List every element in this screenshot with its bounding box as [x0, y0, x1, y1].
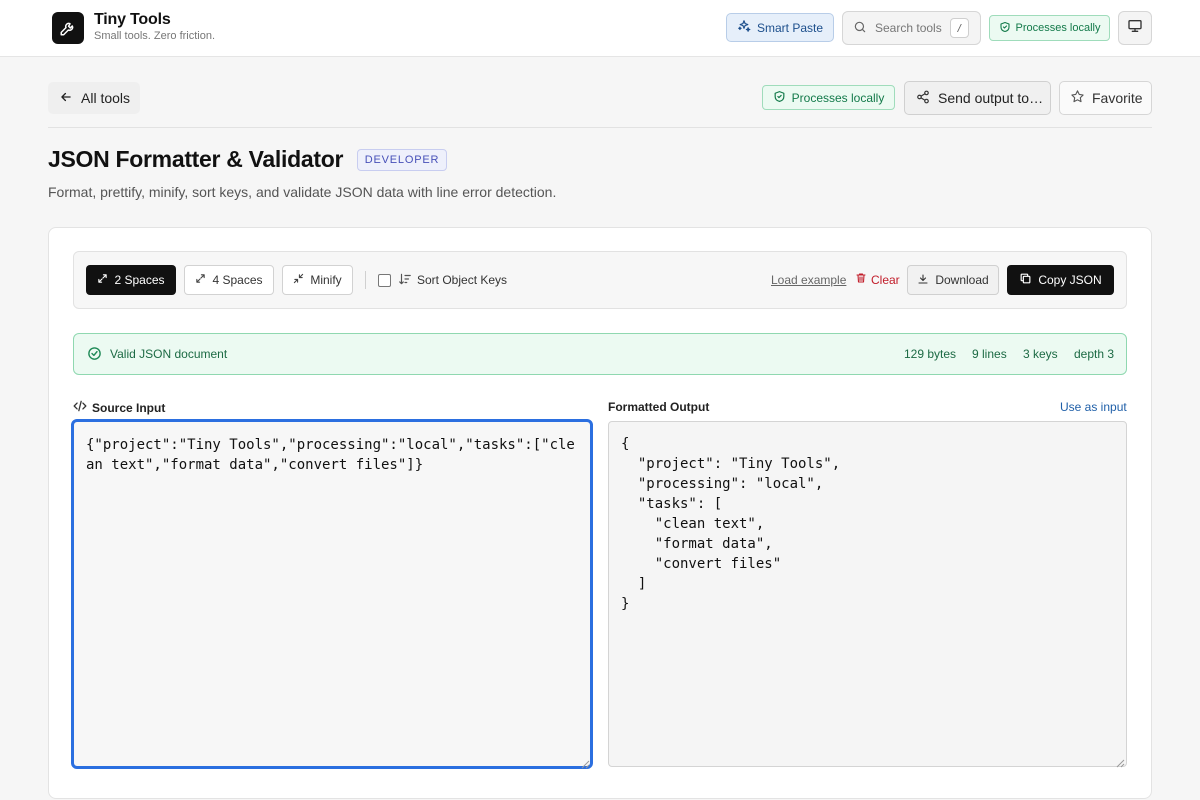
indent-4-spaces-button[interactable]: 4 Spaces	[184, 265, 274, 295]
expand-icon	[97, 273, 108, 287]
favorite-label: Favorite	[1092, 90, 1143, 106]
source-input-heading: Source Input	[73, 400, 165, 415]
stat-keys: 3 keys	[1023, 347, 1058, 361]
formatted-output-textarea[interactable]: { "project": "Tiny Tools", "processing":…	[608, 421, 1127, 767]
stat-depth: depth 3	[1074, 347, 1115, 361]
sparkles-icon	[737, 19, 751, 36]
brand-title[interactable]: Tiny Tools	[94, 11, 171, 29]
indent-2-spaces-label: 2 Spaces	[114, 273, 165, 287]
validation-status-bar	[73, 333, 1127, 375]
clear-label: Clear	[871, 272, 900, 287]
copy-json-button[interactable]: Copy JSON	[1007, 265, 1114, 295]
download-label: Download	[935, 273, 989, 287]
validation-message: Valid JSON document	[110, 347, 228, 361]
check-circle-icon	[87, 346, 102, 366]
indent-4-spaces-label: 4 Spaces	[212, 273, 263, 287]
expand-icon	[195, 273, 206, 287]
indent-2-spaces-button[interactable]: 2 Spaces	[86, 265, 176, 295]
code-icon	[73, 400, 87, 415]
sort-icon	[398, 272, 412, 291]
category-badge: DEVELOPER	[357, 149, 447, 171]
processes-locally-pill: Processes locally	[762, 85, 895, 110]
all-tools-back-button[interactable]: All tools	[48, 82, 140, 114]
search-shortcut-key: /	[950, 18, 969, 38]
search-icon	[853, 20, 867, 37]
page-title: JSON Formatter & Validator	[48, 146, 344, 172]
search-placeholder: Search tools	[875, 21, 942, 35]
smart-paste-label: Smart Paste	[756, 20, 824, 35]
toolbar-divider	[365, 271, 366, 289]
stat-lines: 9 lines	[972, 347, 1007, 361]
brand-subtitle: Small tools. Zero friction.	[94, 30, 216, 42]
formatted-output-label: Formatted Output	[608, 400, 710, 414]
resize-handle-icon[interactable]	[1115, 755, 1125, 768]
use-as-input-link[interactable]: Use as input	[1060, 400, 1127, 414]
source-input-label: Source Input	[92, 400, 166, 415]
page-description: Format, prettify, minify, sort keys, and…	[48, 184, 557, 200]
source-input-textarea[interactable]: {"project":"Tiny Tools","processing":"lo…	[71, 419, 593, 769]
shield-check-icon	[773, 90, 786, 106]
monitor-icon	[1127, 18, 1143, 39]
copy-icon	[1019, 272, 1032, 288]
search-input[interactable]: Search tools /	[842, 11, 981, 45]
display-toggle-button[interactable]	[1118, 11, 1152, 45]
resize-handle-icon[interactable]	[580, 756, 590, 769]
shield-check-icon	[999, 21, 1011, 36]
download-icon	[917, 273, 929, 288]
trash-icon	[855, 272, 867, 287]
sort-keys-label[interactable]: Sort Object Keys	[417, 273, 507, 287]
arrow-left-icon	[59, 90, 73, 107]
star-icon	[1070, 89, 1085, 107]
processes-locally-badge: Processes locally	[989, 15, 1110, 41]
minify-button[interactable]: Minify	[282, 265, 353, 295]
stat-bytes: 129 bytes	[904, 347, 957, 361]
divider	[48, 127, 1152, 128]
clear-button[interactable]: Clear	[855, 272, 900, 287]
all-tools-label: All tools	[81, 90, 131, 106]
smart-paste-button[interactable]: Smart Paste	[726, 13, 834, 42]
wrench-icon[interactable]	[52, 12, 84, 44]
send-output-label: Send output to…	[938, 90, 1044, 106]
minify-label: Minify	[310, 273, 342, 287]
sort-keys-checkbox[interactable]	[378, 274, 391, 287]
load-example-link[interactable]: Load example	[771, 273, 846, 287]
processes-locally-label: Processes locally	[1015, 22, 1101, 34]
shrink-icon	[293, 273, 304, 287]
download-button[interactable]: Download	[907, 265, 999, 295]
processes-locally-pill-label: Processes locally	[791, 90, 885, 105]
copy-json-label: Copy JSON	[1038, 273, 1102, 287]
share-icon	[916, 90, 930, 107]
favorite-button[interactable]: Favorite	[1059, 81, 1152, 115]
send-output-button[interactable]: Send output to…	[904, 81, 1051, 115]
